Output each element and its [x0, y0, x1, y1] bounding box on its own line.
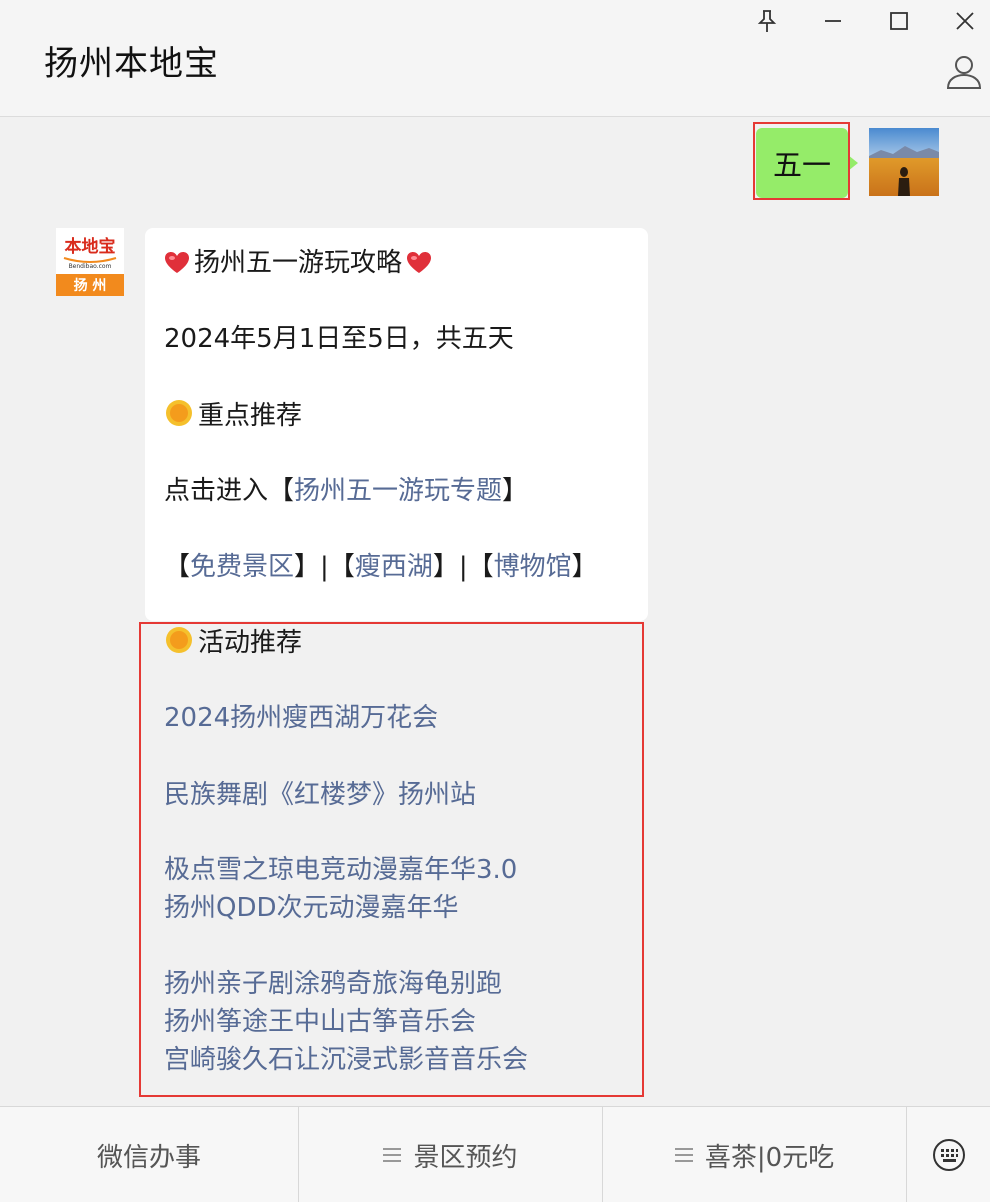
bottom-menu: 微信办事 景区预约 喜茶|0元吃 [0, 1106, 990, 1202]
link-free-scenic[interactable]: 免费景区 [190, 552, 294, 582]
highlight-box-user-message [753, 122, 850, 200]
chat-title: 扬州本地宝 [44, 44, 219, 84]
pin-icon[interactable] [750, 4, 784, 38]
link-museum[interactable]: 博物馆 [494, 552, 572, 582]
keyboard-icon[interactable] [907, 1107, 990, 1202]
chat-header: 扬州本地宝 [0, 0, 990, 117]
menu-list-icon [383, 1148, 402, 1162]
minimize-icon[interactable] [816, 4, 850, 38]
heart-icon [406, 250, 432, 284]
menu-item-scenic-booking[interactable]: 景区预约 [299, 1107, 602, 1202]
menu-item-heytea[interactable]: 喜茶|0元吃 [603, 1107, 906, 1202]
maximize-icon[interactable] [882, 4, 916, 38]
chat-area[interactable]: 五一 本地宝 Bendibao.com 扬 州 扬州五一游玩攻略 2024年5月… [0, 118, 990, 1106]
close-icon[interactable] [948, 4, 982, 38]
sun-icon [164, 398, 194, 437]
person-icon[interactable] [944, 52, 984, 92]
heart-icon [164, 250, 190, 284]
topic-line: 点击进入【扬州五一游玩专题】 [164, 476, 529, 506]
highlight-box-activities [139, 622, 644, 1097]
message-dates: 2024年5月1日至5日，共五天 [164, 324, 514, 354]
menu-list-icon [674, 1148, 693, 1162]
menu-item-wechat-services[interactable]: 微信办事 [0, 1107, 298, 1202]
logo-sub-text: Bendibao.com [69, 263, 112, 270]
logo-city-text: 扬 州 [74, 277, 107, 294]
logo-brand-text: 本地宝 [65, 236, 116, 257]
message-title: 扬州五一游玩攻略 [164, 246, 436, 284]
quick-links-line: 【免费景区】|【瘦西湖】|【博物馆】 [164, 552, 598, 582]
user-avatar[interactable] [869, 128, 939, 196]
topic-link[interactable]: 扬州五一游玩专题 [294, 476, 502, 506]
section-title-featured: 重点推荐 [164, 398, 302, 437]
bot-avatar[interactable]: 本地宝 Bendibao.com 扬 州 [56, 228, 124, 296]
link-slender-west-lake[interactable]: 瘦西湖 [355, 552, 433, 582]
